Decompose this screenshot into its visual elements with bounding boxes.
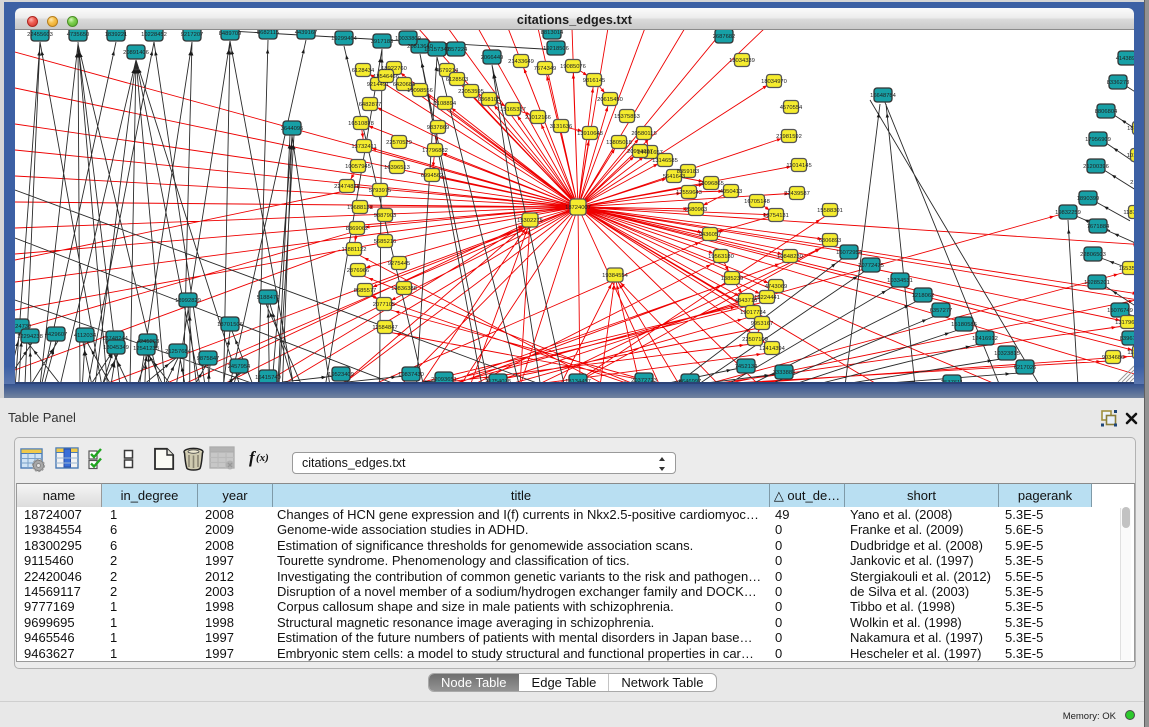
svg-text:(x): (x) <box>256 452 269 464</box>
